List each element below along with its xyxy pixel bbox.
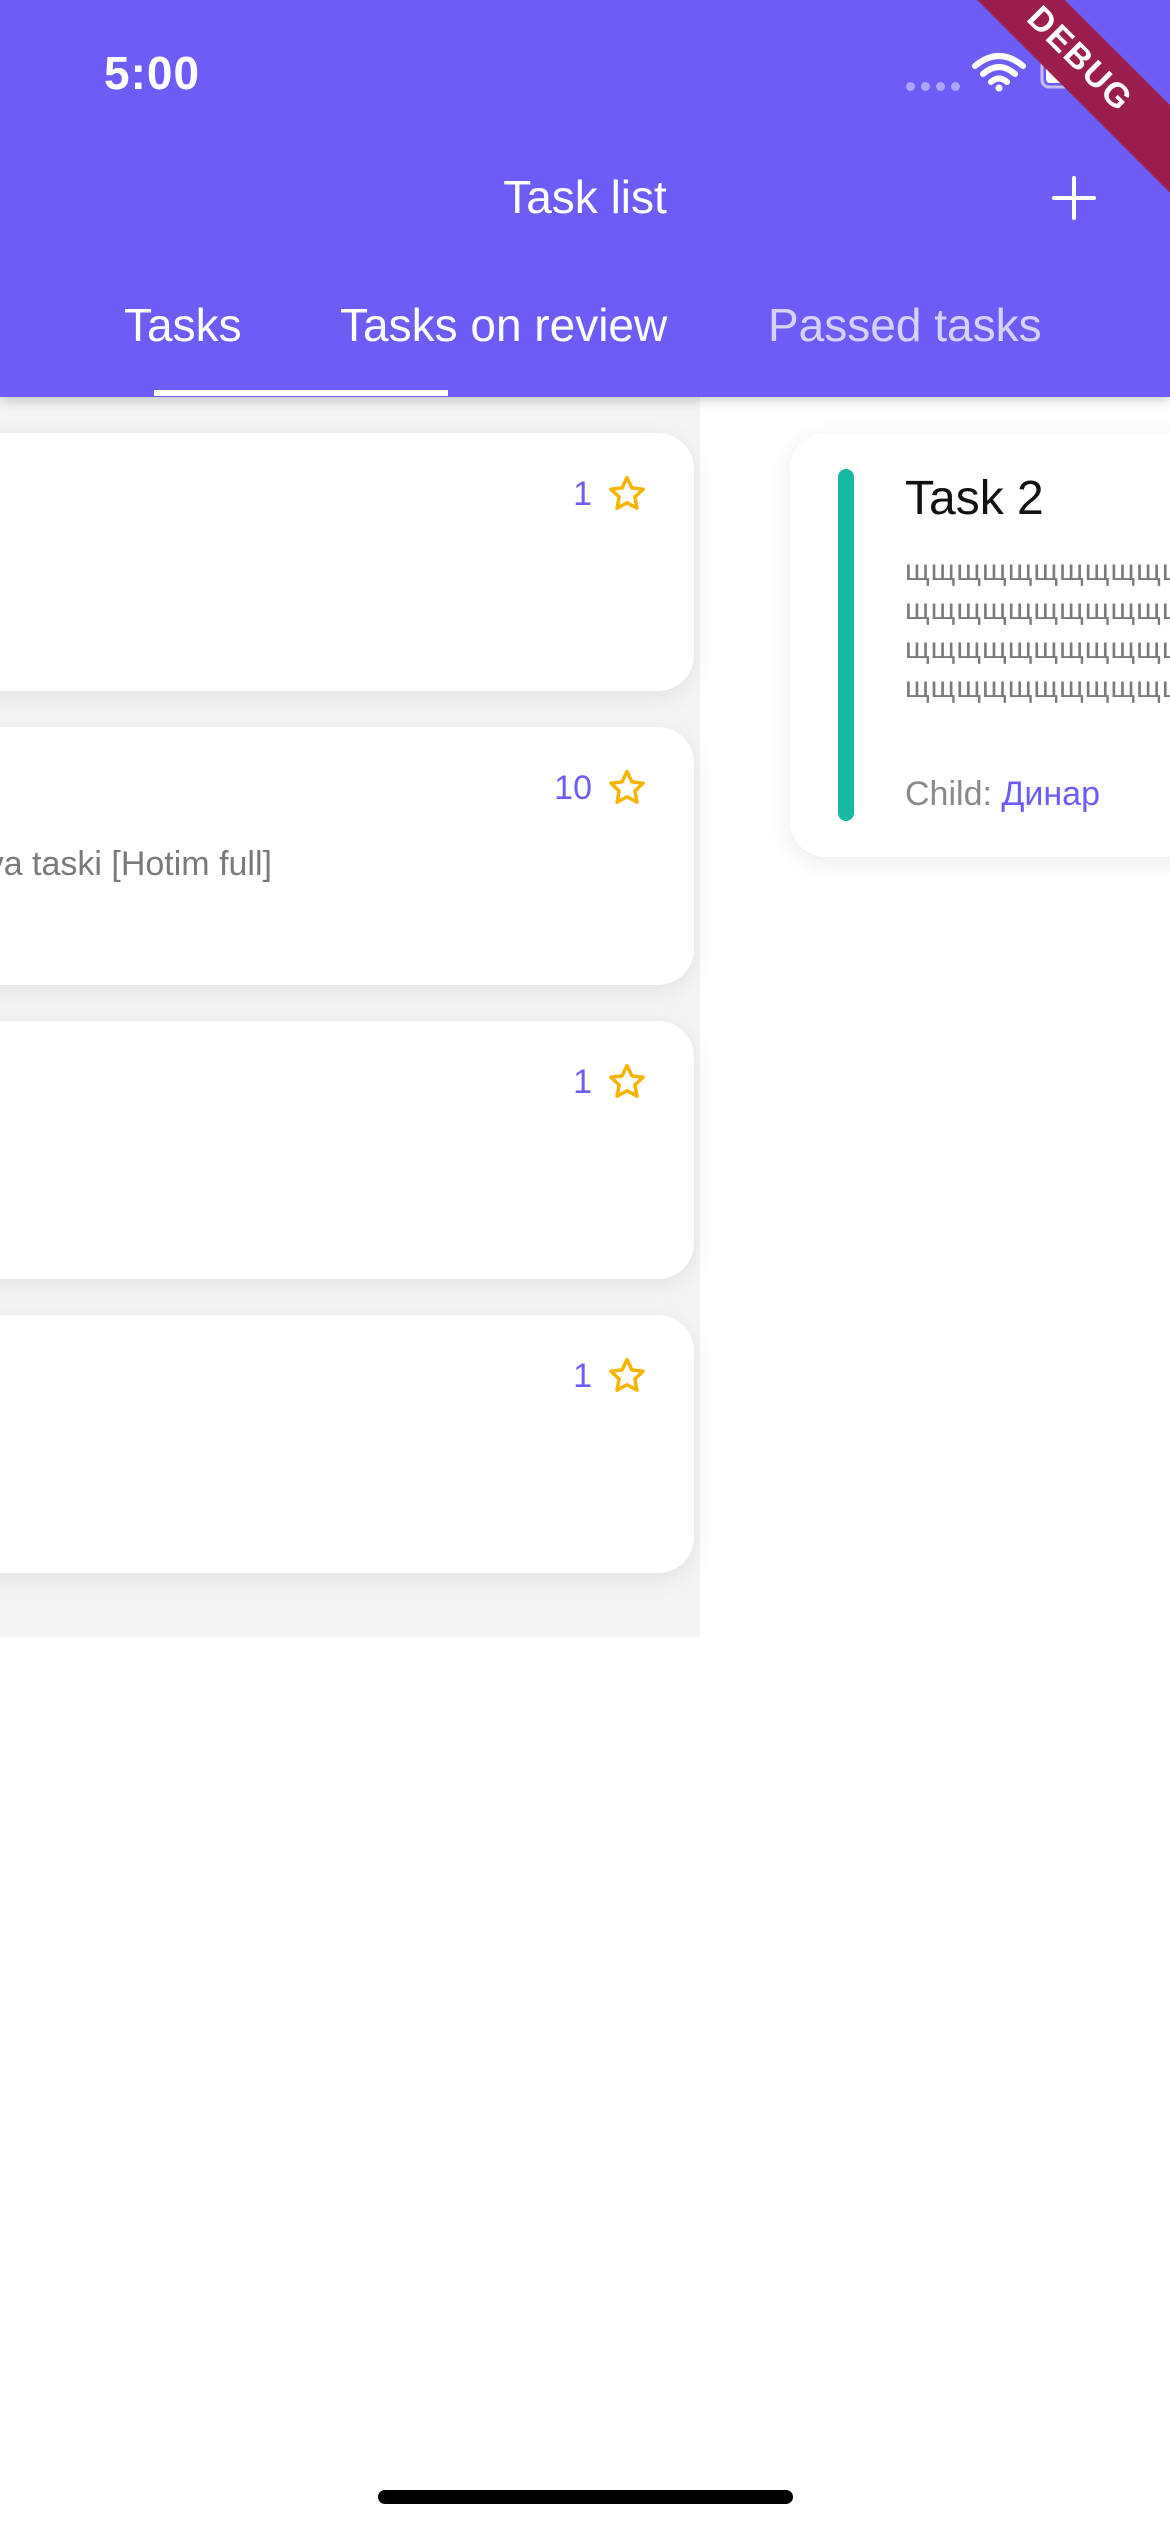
- plus-icon: [1052, 176, 1096, 220]
- review-task-card[interactable]: Task 2 щщщщщщщщщщ щщщщщщщщщщ щщщщщщщщщщ щщщ…: [790, 433, 1170, 857]
- reward: 1: [573, 1061, 648, 1103]
- child-label: Child:: [905, 775, 1002, 813]
- tab-tasks[interactable]: Tasks: [124, 298, 242, 352]
- star-icon: [609, 1063, 645, 1098]
- task-title: Task 2: [905, 472, 1044, 525]
- star-icon: [609, 1357, 645, 1392]
- tab-content[interactable]: 1 10 va taski [Hotim full] 1 1 Task 2 щщ…: [0, 397, 1170, 2532]
- star-icon: [609, 769, 645, 804]
- tasks-page: 1 10 va taski [Hotim full] 1 1: [0, 397, 700, 1637]
- task-card[interactable]: 1: [0, 1315, 694, 1573]
- task-card[interactable]: 1: [0, 1021, 694, 1279]
- home-indicator[interactable]: [378, 2490, 793, 2504]
- reward-value: 1: [573, 1356, 592, 1395]
- wifi-icon: [972, 53, 1026, 92]
- app-header: 5:00 Task list Tasks Tasks on review Pas…: [0, 0, 1170, 397]
- add-task-button[interactable]: [1046, 170, 1102, 226]
- cellular-signal-icon: [906, 82, 960, 92]
- star-icon: [609, 475, 645, 510]
- tab-passed-tasks[interactable]: Passed tasks: [768, 298, 1042, 352]
- task-list-screen: 5:00 Task list Tasks Tasks on review Pas…: [0, 0, 1170, 2532]
- status-time: 5:00: [104, 47, 201, 99]
- child-name: Динар: [1001, 775, 1100, 813]
- page-title: Task list: [503, 171, 667, 223]
- task-card[interactable]: 10 va taski [Hotim full]: [0, 727, 694, 985]
- tab-indicator: [154, 390, 448, 396]
- reward-value: 1: [573, 474, 592, 513]
- reward-value: 10: [554, 768, 592, 807]
- reward: 1: [573, 1355, 648, 1397]
- task-description: va taski [Hotim full]: [0, 845, 272, 883]
- tab-bar: Tasks Tasks on review Passed tasks: [0, 290, 1170, 397]
- reward: 10: [554, 767, 648, 809]
- status-accent-bar: [838, 469, 854, 821]
- reward-value: 1: [573, 1062, 592, 1101]
- tab-tasks-on-review[interactable]: Tasks on review: [340, 298, 667, 352]
- child-line: Child: Динар: [905, 775, 1100, 814]
- task-card[interactable]: 1: [0, 433, 694, 691]
- task-description: щщщщщщщщщщ щщщщщщщщщщ щщщщщщщщщщ щщщщщщщщщщ…: [905, 554, 1170, 711]
- reward: 1: [573, 473, 648, 515]
